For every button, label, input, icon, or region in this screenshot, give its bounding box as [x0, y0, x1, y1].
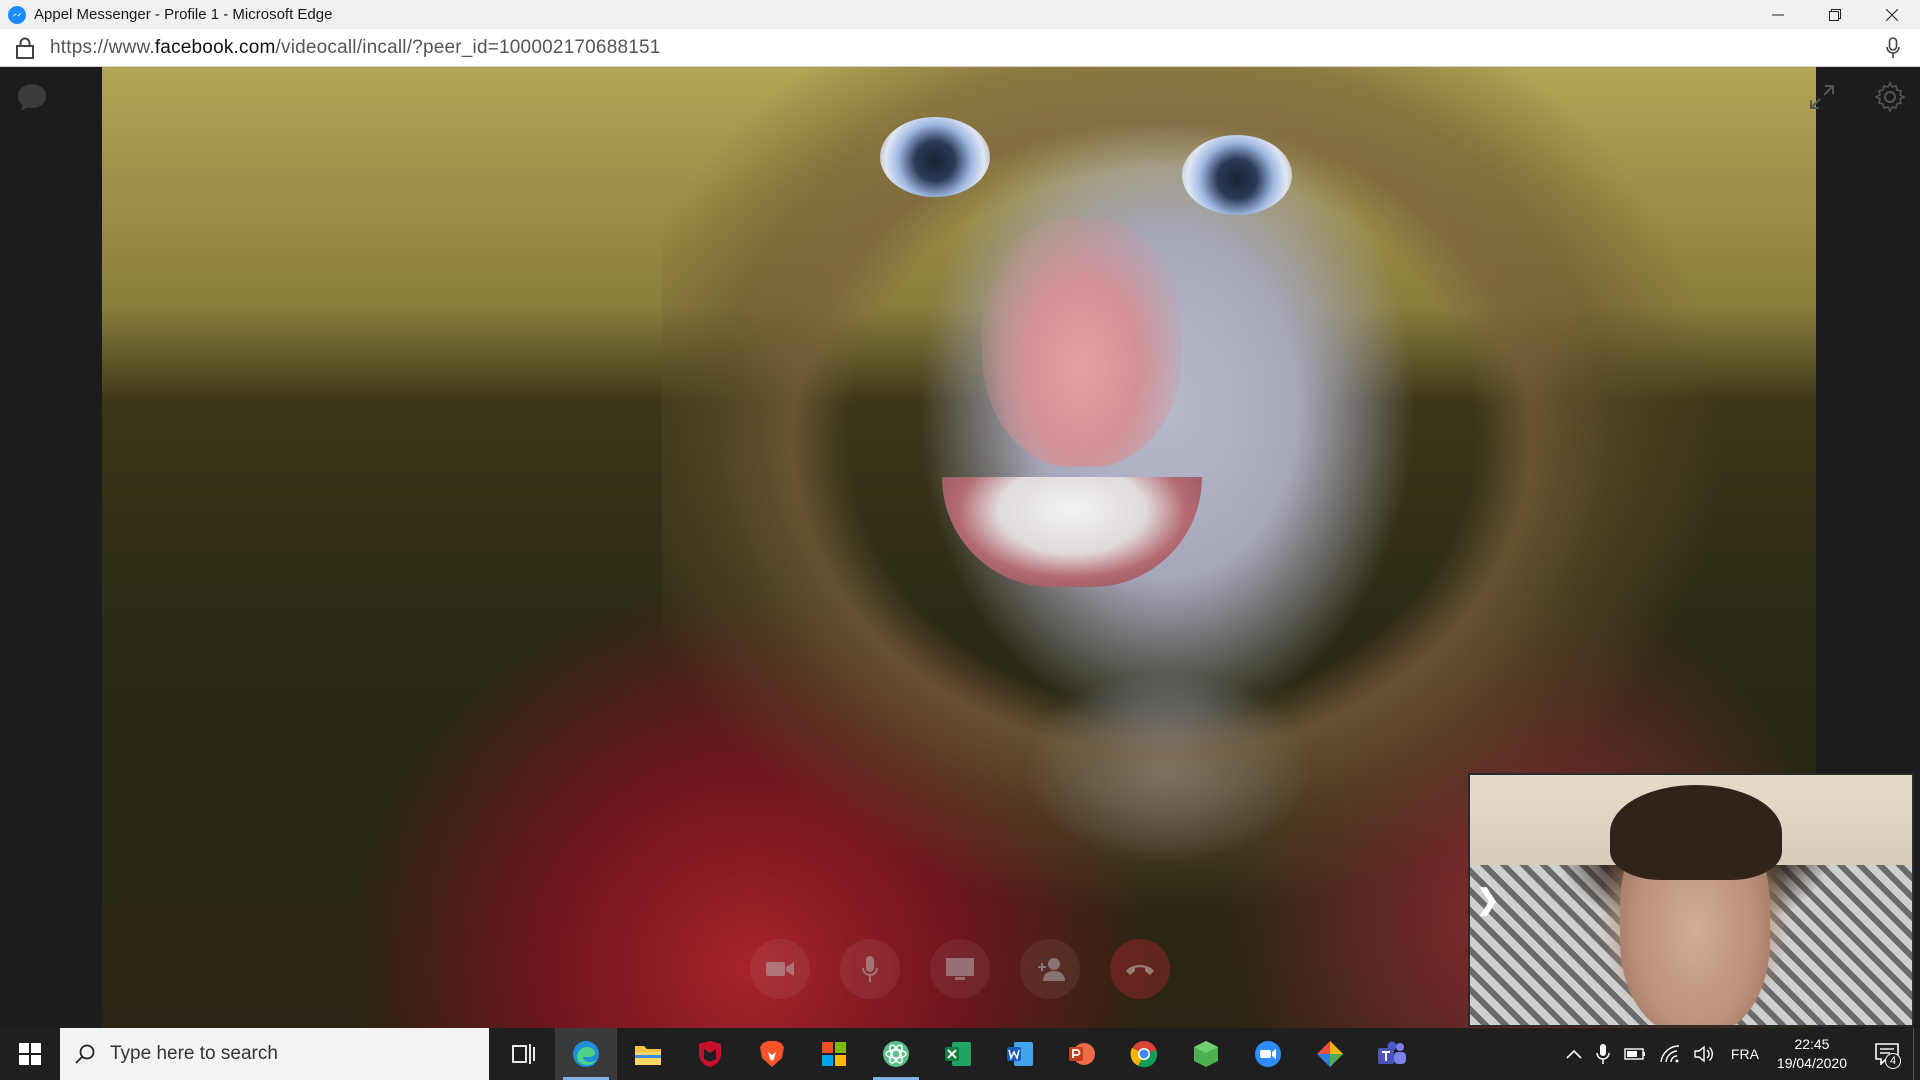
fullscreen-icon[interactable]: [1808, 83, 1836, 111]
teams-icon: [1378, 1041, 1406, 1064]
battery-icon: [1624, 1048, 1645, 1060]
title-bar: Appel Messenger - Profile 1 - Microsoft …: [0, 0, 1920, 30]
input-language[interactable]: FRA: [1731, 1046, 1759, 1062]
tray-network[interactable]: [1660, 1045, 1680, 1063]
taskbar-edge[interactable]: [555, 1028, 617, 1080]
mcafee-icon: [699, 1041, 721, 1067]
video-call-area: ❯: [0, 67, 1920, 1028]
task-view-icon: [512, 1044, 535, 1064]
notification-count-badge: 4: [1885, 1053, 1901, 1069]
taskbar-search-box[interactable]: Type here to search: [60, 1028, 489, 1080]
window-title: Appel Messenger - Profile 1 - Microsoft …: [34, 6, 333, 23]
volume-icon: [1694, 1045, 1713, 1063]
taskbar-mcafee[interactable]: [679, 1028, 741, 1080]
chrome-icon: [1130, 1041, 1158, 1068]
microphone-icon: [862, 956, 878, 982]
add-person-icon: [1038, 958, 1065, 981]
atom-app-icon: [883, 1041, 909, 1067]
taskbar-green-cube-app[interactable]: [1175, 1028, 1237, 1080]
address-bar: https://www.facebook.com/videocall/incal…: [0, 29, 1920, 67]
system-tray: FRA 22:45 19/04/2020 4: [1559, 1028, 1920, 1080]
toggle-video-button[interactable]: [750, 939, 810, 999]
wifi-icon: [1660, 1045, 1679, 1063]
taskbar-powerpoint[interactable]: [1051, 1028, 1113, 1080]
close-button[interactable]: [1863, 0, 1920, 29]
taskbar-excel[interactable]: [927, 1028, 989, 1080]
tray-battery[interactable]: [1624, 1048, 1646, 1060]
taskbar: Type here to search FRA 22:45 19/04/2020…: [0, 1028, 1920, 1080]
start-button[interactable]: [0, 1028, 60, 1080]
taskbar-atom-app[interactable]: [865, 1028, 927, 1080]
chevron-up-icon: [1566, 1049, 1582, 1059]
video-camera-icon: [766, 962, 794, 976]
lock-icon[interactable]: [16, 37, 34, 59]
action-center-button[interactable]: 4: [1861, 1028, 1913, 1080]
minimize-button[interactable]: [1749, 0, 1806, 29]
toggle-mic-button[interactable]: [840, 939, 900, 999]
search-placeholder: Type here to search: [110, 1043, 278, 1064]
taskbar-word[interactable]: [989, 1028, 1051, 1080]
file-explorer-icon: [635, 1046, 661, 1065]
excel-icon: [945, 1042, 971, 1066]
collapse-self-view-button[interactable]: ❯: [1476, 883, 1499, 916]
clock-date: 19/04/2020: [1776, 1055, 1847, 1071]
search-icon: [75, 1044, 95, 1064]
end-call-icon: [1126, 965, 1154, 975]
show-desktop-button[interactable]: [1913, 1028, 1920, 1080]
url-path: /videocall/incall/?peer_id=1000021706881…: [275, 36, 661, 58]
taskbar-photos-app[interactable]: [1299, 1028, 1361, 1080]
chat-icon[interactable]: [16, 81, 48, 113]
tray-microphone[interactable]: [1596, 1043, 1610, 1065]
green-cube-app-icon: [1194, 1041, 1218, 1067]
url-domain: facebook.com: [154, 36, 276, 58]
restore-button[interactable]: [1806, 0, 1863, 29]
zoom-icon: [1255, 1041, 1281, 1067]
microphone-icon[interactable]: [1886, 37, 1900, 59]
clock-time: 22:45: [1794, 1036, 1830, 1052]
close-icon: [1885, 8, 1898, 21]
end-call-button[interactable]: [1110, 939, 1170, 999]
messenger-icon: [8, 5, 26, 24]
url-prefix: https://www.: [50, 36, 155, 58]
taskbar-brave[interactable]: [741, 1028, 803, 1080]
edge-icon: [573, 1041, 599, 1067]
microsoft-store-icon: [822, 1042, 846, 1066]
photos-app-icon: [1317, 1041, 1343, 1067]
taskbar-microsoft-store[interactable]: [803, 1028, 865, 1080]
screen-share-button[interactable]: [930, 939, 990, 999]
word-icon: [1007, 1042, 1033, 1066]
windows-logo-icon: [19, 1043, 41, 1065]
screen-share-icon: [946, 958, 974, 980]
taskbar-file-explorer[interactable]: [617, 1028, 679, 1080]
call-controls: [750, 939, 1170, 999]
powerpoint-icon: [1069, 1043, 1095, 1065]
taskbar-zoom[interactable]: [1237, 1028, 1299, 1080]
microphone-icon: [1596, 1044, 1610, 1064]
show-hidden-icons-button[interactable]: [1566, 1049, 1582, 1059]
brave-icon: [760, 1041, 784, 1067]
minimize-icon: [1771, 14, 1784, 15]
taskbar-chrome[interactable]: [1113, 1028, 1175, 1080]
self-video-preview[interactable]: ❯: [1468, 773, 1914, 1027]
task-view-button[interactable]: [493, 1028, 555, 1080]
url-field[interactable]: https://www.facebook.com/videocall/incal…: [50, 37, 661, 59]
taskbar-teams[interactable]: [1361, 1028, 1423, 1080]
tray-volume[interactable]: [1694, 1045, 1714, 1063]
restore-icon: [1828, 8, 1841, 21]
settings-gear-icon[interactable]: [1874, 81, 1906, 113]
add-person-button[interactable]: [1020, 939, 1080, 999]
clock[interactable]: 22:45 19/04/2020: [1777, 1035, 1847, 1073]
